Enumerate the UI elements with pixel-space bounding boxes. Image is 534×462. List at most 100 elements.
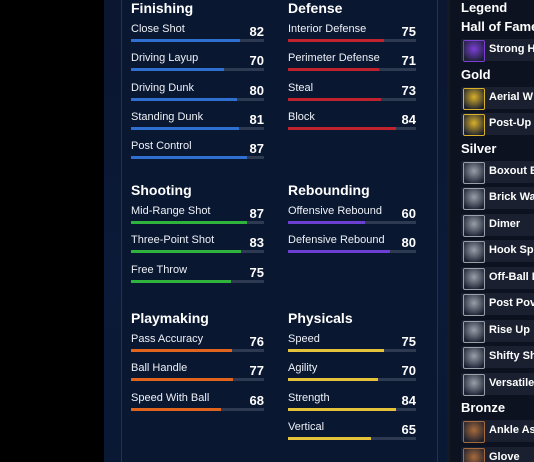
stat-value: 76: [249, 334, 264, 349]
stat-bar-fill: [131, 39, 241, 42]
stat-bar-fill: [131, 221, 247, 224]
stat-name: Mid-Range Shot: [131, 205, 211, 217]
badge-shield-icon: [463, 87, 485, 110]
stat-bar-fill: [288, 221, 365, 224]
stat-name: Post Control: [131, 140, 192, 153]
stat-row: Strength 84: [288, 392, 416, 412]
badge-label: Rise Up: [489, 323, 530, 336]
legend-group-silver: Silver: [461, 140, 497, 156]
stat-bar-track: [288, 39, 416, 42]
badge-item[interactable]: Rise Up: [461, 319, 534, 343]
badge-shield-icon: [463, 373, 485, 396]
badge-label: Glove: [489, 450, 520, 462]
stat-name: Defensive Rebound: [288, 234, 385, 247]
stat-bar-track: [288, 378, 416, 382]
stat-bar-track: [131, 97, 264, 101]
stat-bar-fill: [131, 97, 238, 101]
stat-name: Free Throw: [131, 263, 188, 276]
stat-name: Perimeter Defense: [288, 52, 380, 65]
badge-label: Strong H: [489, 43, 534, 55]
stat-row: Free Throw 75: [131, 264, 264, 284]
stat-name: Driving Dunk: [131, 81, 194, 94]
badge-label: Versatile: [489, 376, 534, 389]
stat-bar-track: [131, 250, 264, 254]
badge-item[interactable]: Versatile: [461, 372, 534, 396]
stat-bar-fill: [288, 436, 372, 440]
badge-label: Post-Up: [489, 117, 532, 129]
stat-bar-track: [131, 39, 264, 42]
badge-legend: Legend Hall of Fame Strong H Gold Aerial W P…: [450, 0, 534, 462]
badge-shield-icon: [463, 114, 485, 136]
stat-bar-track: [288, 97, 416, 101]
stat-row: Close Shot 82: [131, 23, 264, 43]
rebounding-title: Rebounding: [288, 182, 370, 198]
stat-name: Interior Defense: [288, 23, 367, 35]
stat-bar-track: [288, 436, 416, 440]
stat-name: Speed With Ball: [131, 391, 210, 404]
badge-item[interactable]: Dimer: [461, 213, 534, 237]
legend-group-bronze: Bronze: [461, 400, 506, 415]
badge-label: Brick Wa: [489, 191, 534, 203]
stat-bar-track: [131, 68, 264, 72]
stat-bar-track: [131, 378, 264, 382]
stat-row: Block 84: [288, 111, 416, 131]
stat-value: 81: [249, 111, 264, 127]
stat-value: 77: [249, 363, 264, 379]
stat-value: 82: [249, 24, 264, 39]
stat-bar-track: [288, 126, 416, 130]
stat-value: 80: [401, 235, 416, 251]
stat-bar-fill: [131, 407, 222, 411]
badge-shield-icon: [463, 447, 485, 462]
badge-shield-icon: [463, 40, 485, 62]
stat-name: Pass Accuracy: [131, 333, 204, 345]
stat-name: Block: [288, 110, 315, 123]
badge-shield-icon: [463, 320, 485, 343]
stat-row: Driving Dunk 80: [131, 82, 264, 102]
stat-value: 83: [249, 235, 264, 251]
stat-value: 70: [401, 363, 416, 379]
badge-shield-icon: [463, 214, 485, 237]
badge-item[interactable]: Brick Wa: [461, 187, 534, 210]
stat-value: 84: [401, 392, 416, 408]
badge-item[interactable]: Hook Sp: [461, 240, 534, 263]
badge-item[interactable]: Strong H: [461, 39, 534, 62]
legend-group-hof: Hall of Fame: [461, 19, 534, 34]
stat-bar-fill: [131, 279, 231, 283]
stat-bar-track: [131, 221, 264, 224]
badge-shield-icon: [463, 421, 485, 443]
shooting-title: Shooting: [131, 182, 192, 198]
stat-name: Standing Dunk: [131, 110, 204, 123]
stat-bar-fill: [288, 349, 384, 352]
badge-label: Aerial W: [489, 90, 534, 103]
stat-row: Perimeter Defense 71: [288, 52, 416, 72]
stat-bar-fill: [288, 407, 396, 411]
stat-bar-track: [131, 279, 264, 283]
badge-label: Shifty Sh: [489, 350, 534, 362]
stat-value: 70: [249, 53, 264, 69]
stat-row: Defensive Rebound 80: [288, 234, 416, 254]
stat-value: 75: [401, 24, 416, 39]
stat-row: Offensive Rebound 60: [288, 205, 416, 225]
badge-shield-icon: [463, 161, 485, 184]
stat-bar-fill: [131, 250, 242, 254]
stat-bar-fill: [131, 126, 239, 130]
badge-item[interactable]: Shifty Sh: [461, 346, 534, 369]
stat-row: Pass Accuracy 76: [131, 333, 264, 353]
badge-item[interactable]: Glove: [461, 446, 534, 462]
stat-row: Agility 70: [288, 362, 416, 382]
badge-item[interactable]: Off-Ball I: [461, 266, 534, 290]
badge-label: Boxout B: [489, 164, 534, 177]
stat-bar-track: [288, 68, 416, 72]
badge-item[interactable]: Aerial W: [461, 86, 534, 110]
badge-label: Dimer: [489, 217, 521, 230]
stat-bar-fill: [288, 126, 396, 130]
badge-item[interactable]: Post-Up: [461, 113, 534, 136]
stat-row: Driving Layup 70: [131, 52, 264, 72]
stat-row: Post Control 87: [131, 140, 264, 160]
stat-row: Steal 73: [288, 82, 416, 102]
stat-row: Mid-Range Shot 87: [131, 205, 264, 225]
badge-item[interactable]: Boxout B: [461, 160, 534, 184]
badge-item[interactable]: Ankle As: [461, 420, 534, 443]
finishing-title: Finishing: [131, 0, 194, 16]
badge-item[interactable]: Post Pov: [461, 293, 534, 316]
